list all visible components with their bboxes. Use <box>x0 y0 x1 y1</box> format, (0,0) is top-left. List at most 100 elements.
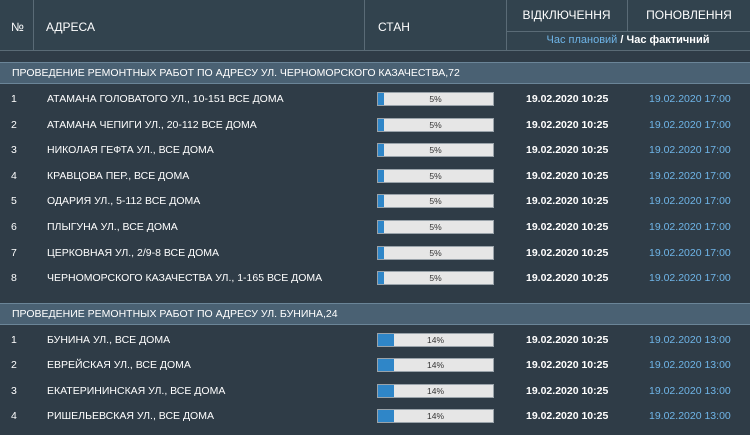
row-number: 1 <box>11 333 17 346</box>
progress-label: 14% <box>426 334 444 345</box>
progress-label: 5% <box>429 221 442 232</box>
progress-label: 14% <box>426 411 444 422</box>
row-off-time: 19.02.2020 10:25 <box>526 118 609 131</box>
row-address: РИШЕЛЬЕВСКАЯ УЛ., ВСЕ ДОМА <box>47 410 214 423</box>
row-address: АТАМАНА ГОЛОВАТОГО УЛ., 10-151 ВСЕ ДОМА <box>47 93 284 105</box>
progress-bar: 5% <box>377 92 494 106</box>
row-number: 8 <box>11 272 17 285</box>
row-off-time: 19.02.2020 10:25 <box>526 333 609 346</box>
column-number-label: № <box>11 20 24 34</box>
progress-label: 5% <box>429 273 442 284</box>
row-address: ЕВРЕЙСКАЯ УЛ., ВСЕ ДОМА <box>47 359 191 372</box>
progress-bar: 14% <box>377 358 494 373</box>
row-on-time: 19.02.2020 17:00 <box>649 272 731 285</box>
progress-label: 14% <box>426 385 444 396</box>
row-address: ПЛЫГУНА УЛ., ВСЕ ДОМА <box>47 220 178 233</box>
progress-bar: 14% <box>377 332 494 347</box>
row-number: 2 <box>11 118 17 131</box>
row-address: НИКОЛАЯ ГЕФТА УЛ., ВСЕ ДОМА <box>47 144 214 157</box>
progress-label: 5% <box>429 170 442 181</box>
row-number: 2 <box>11 359 17 372</box>
time-fact-label: Час фактичний <box>626 34 710 46</box>
row-number: 6 <box>11 220 17 233</box>
row-on-time: 19.02.2020 13:00 <box>649 410 731 423</box>
row-on-time: 19.02.2020 13:00 <box>649 384 731 397</box>
row-address: АТАМАНА ЧЕПИГИ УЛ., 20-112 ВСЕ ДОМА <box>47 118 257 131</box>
table-row: 1 БУНИНА УЛ., ВСЕ ДОМА 14% 19.02.2020 10:25… <box>0 327 750 353</box>
table-row: 2 ЕВРЕЙСКАЯ УЛ., ВСЕ ДОМА 14% 19.02.2020 10… <box>0 352 750 378</box>
progress-bar: 5% <box>377 143 494 158</box>
row-on-time: 19.02.2020 17:00 <box>649 195 731 208</box>
row-number: 4 <box>11 410 17 423</box>
group-rows: 1 АТАМАНА ГОЛОВАТОГО УЛ., 10-151 ВСЕ ДОМА… <box>0 86 750 291</box>
row-address: КРАВЦОВА ПЕР., ВСЕ ДОМА <box>47 169 190 182</box>
table-row: 7 ЦЕРКОВНАЯ УЛ., 2/9-8 ВСЕ ДОМА 5% 19.02.20… <box>0 240 750 266</box>
progress-label: 14% <box>426 360 444 371</box>
row-address: ЕКАТЕРИНИНСКАЯ УЛ., ВСЕ ДОМА <box>47 384 226 397</box>
column-on-label: ПОНОВЛЕННЯ <box>628 0 750 32</box>
time-separator: / <box>617 34 627 46</box>
progress-label: 5% <box>429 196 442 207</box>
row-address: ЧЕРНОМОРСКОГО КАЗАЧЕСТВА УЛ., 1-165 ВСЕ … <box>47 272 323 285</box>
group-title: ПРОВЕДЕНИЕ РЕМОНТНЫХ РАБОТ ПО АДРЕСУ УЛ.… <box>0 62 750 84</box>
column-header-number: № <box>0 0 34 50</box>
row-number: 3 <box>11 144 17 157</box>
row-off-time: 19.02.2020 10:25 <box>526 169 609 182</box>
progress-label: 5% <box>429 247 442 258</box>
outage-groups: ПРОВЕДЕНИЕ РЕМОНТНЫХ РАБОТ ПО АДРЕСУ УЛ.… <box>0 62 750 429</box>
row-off-time: 19.02.2020 10:25 <box>526 359 609 372</box>
time-legend: Час плановий / Час фактичний <box>506 32 750 50</box>
row-on-time: 19.02.2020 17:00 <box>649 246 731 259</box>
progress-bar: 5% <box>377 117 494 132</box>
row-off-time: 19.02.2020 10:25 <box>526 220 609 233</box>
row-number: 7 <box>11 246 17 259</box>
row-off-time: 19.02.2020 10:25 <box>526 410 609 423</box>
row-off-time: 19.02.2020 10:25 <box>526 384 609 397</box>
table-row: 5 ОДАРИЯ УЛ., 5-112 ВСЕ ДОМА 5% 19.02.2020 … <box>0 188 750 214</box>
progress-bar: 5% <box>377 245 494 260</box>
progress-bar: 5% <box>377 168 494 183</box>
progress-bar: 14% <box>377 383 494 398</box>
row-off-time: 19.02.2020 10:25 <box>526 195 609 208</box>
row-on-time: 19.02.2020 13:00 <box>649 359 731 372</box>
row-address: БУНИНА УЛ., ВСЕ ДОМА <box>47 333 171 346</box>
row-number: 5 <box>11 195 17 208</box>
row-off-time: 19.02.2020 10:25 <box>526 246 609 259</box>
progress-bar: 5% <box>377 271 494 286</box>
group-title: ПРОВЕДЕНИЕ РЕМОНТНЫХ РАБОТ ПО АДРЕСУ УЛ.… <box>0 302 750 325</box>
row-on-time: 19.02.2020 17:00 <box>649 144 731 157</box>
row-off-time: 19.02.2020 10:25 <box>526 144 609 157</box>
row-off-time: 19.02.2020 10:25 <box>526 272 609 285</box>
progress-label: 5% <box>429 94 442 104</box>
table-header: № АДРЕСА СТАН ВІДКЛЮЧЕННЯ ПОНОВЛЕННЯ Час… <box>0 0 750 51</box>
column-off-label: ВІДКЛЮЧЕННЯ <box>506 0 628 32</box>
column-header-state: СТАН <box>364 0 507 50</box>
row-number: 3 <box>11 384 17 397</box>
table-row: 8 ЧЕРНОМОРСКОГО КАЗАЧЕСТВА УЛ., 1-165 ВСЕ… <box>0 265 750 291</box>
progress-bar: 5% <box>377 219 494 234</box>
progress-bar: 5% <box>377 194 494 209</box>
row-on-time: 19.02.2020 13:00 <box>649 333 731 346</box>
column-address-label: АДРЕСА <box>46 20 95 34</box>
row-off-time: 19.02.2020 10:25 <box>526 93 609 105</box>
row-number: 4 <box>11 169 17 182</box>
table-row: 1 АТАМАНА ГОЛОВАТОГО УЛ., 10-151 ВСЕ ДОМА… <box>0 86 750 112</box>
table-row: 6 ПЛЫГУНА УЛ., ВСЕ ДОМА 5% 19.02.2020 10:25… <box>0 214 750 240</box>
table-row: 2 АТАМАНА ЧЕПИГИ УЛ., 20-112 ВСЕ ДОМА 5% 19… <box>0 112 750 138</box>
row-on-time: 19.02.2020 17:00 <box>649 118 731 131</box>
row-on-time: 19.02.2020 17:00 <box>649 169 731 182</box>
progress-bar: 14% <box>377 409 494 424</box>
table-row: 4 КРАВЦОВА ПЕР., ВСЕ ДОМА 5% 19.02.2020 10:… <box>0 163 750 189</box>
column-state-label: СТАН <box>378 20 410 34</box>
progress-label: 5% <box>429 145 442 156</box>
table-row: 4 РИШЕЛЬЕВСКАЯ УЛ., ВСЕ ДОМА 14% 19.02.2020… <box>0 403 750 429</box>
row-number: 1 <box>11 93 17 105</box>
progress-label: 5% <box>429 119 442 130</box>
column-header-times: ВІДКЛЮЧЕННЯ ПОНОВЛЕННЯ Час плановий / Ча… <box>506 0 750 50</box>
column-header-address: АДРЕСА <box>33 0 365 50</box>
row-address: ОДАРИЯ УЛ., 5-112 ВСЕ ДОМА <box>47 195 201 208</box>
table-row: 3 ЕКАТЕРИНИНСКАЯ УЛ., ВСЕ ДОМА 14% 19.02.20… <box>0 378 750 404</box>
group-rows: 1 БУНИНА УЛ., ВСЕ ДОМА 14% 19.02.2020 10:25… <box>0 327 750 429</box>
table-row: 3 НИКОЛАЯ ГЕФТА УЛ., ВСЕ ДОМА 5% 19.02.2020… <box>0 137 750 163</box>
row-on-time: 19.02.2020 17:00 <box>649 220 731 233</box>
